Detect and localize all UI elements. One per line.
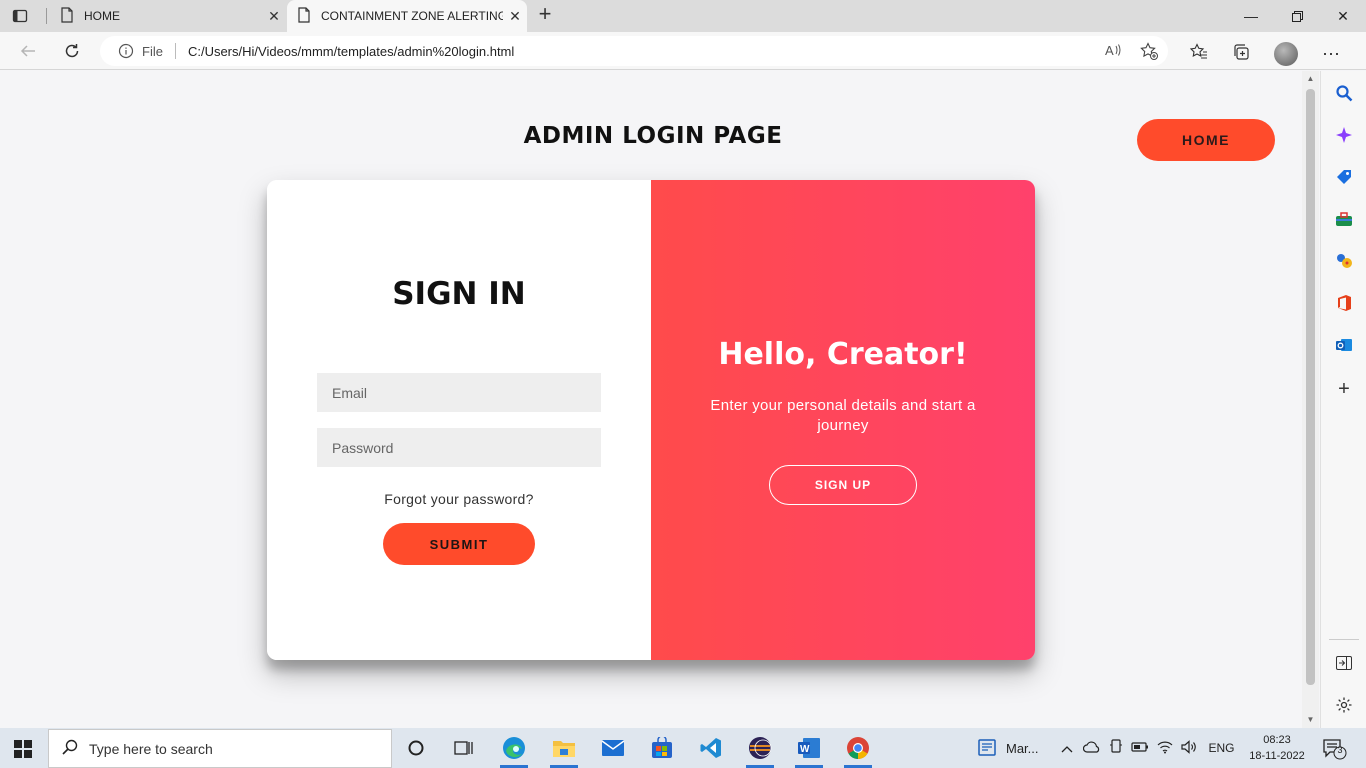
minimize-button[interactable]: — — [1228, 0, 1274, 32]
submit-button[interactable]: SUBMIT — [383, 523, 535, 565]
svg-text:A: A — [1105, 43, 1114, 58]
task-view-icon[interactable] — [444, 732, 484, 764]
clock[interactable]: 08:23 18-11-2022 — [1244, 732, 1310, 764]
windows-start-icon[interactable] — [14, 740, 32, 758]
settings-gear-icon[interactable] — [1334, 695, 1354, 715]
overlay-heading: Hello, Creator! — [718, 337, 968, 372]
page-title: ADMIN LOGIN PAGE — [523, 123, 783, 149]
show-hidden-icons-chevron-icon[interactable] — [1061, 741, 1073, 756]
page-content: ADMIN LOGIN PAGE HOME SIGN IN Forgot you… — [0, 71, 1302, 727]
restore-button[interactable] — [1274, 0, 1320, 32]
document-icon — [297, 6, 311, 26]
system-tray: Mar... ENG — [978, 728, 1235, 768]
news-widget-icon[interactable] — [978, 739, 998, 757]
browser-sidebar: + — [1320, 71, 1366, 728]
tab-home[interactable]: HOME ✕ — [50, 0, 286, 32]
close-window-button[interactable]: ✕ — [1320, 0, 1366, 32]
add-sidebar-app-icon[interactable]: + — [1334, 378, 1354, 400]
hide-sidebar-icon[interactable] — [1334, 653, 1354, 673]
word-icon[interactable]: W — [789, 732, 829, 768]
notification-count: 3 — [1337, 745, 1343, 755]
search-placeholder: Type here to search — [89, 740, 213, 757]
svg-text:W: W — [800, 744, 810, 755]
tab-containment-zone[interactable]: CONTAINMENT ZONE ALERTING ✕ — [287, 0, 527, 32]
language-indicator[interactable]: ENG — [1209, 741, 1235, 755]
tab-title: CONTAINMENT ZONE ALERTING — [321, 9, 503, 23]
news-widget-text[interactable]: Mar... — [1006, 741, 1039, 756]
tab-actions-icon[interactable] — [12, 8, 28, 24]
login-card: SIGN IN Forgot your password? SUBMIT Hel… — [267, 180, 1035, 660]
scroll-thumb[interactable] — [1306, 89, 1315, 685]
shopping-tag-icon[interactable] — [1334, 167, 1354, 187]
vscode-icon[interactable] — [691, 732, 731, 764]
forgot-password-link[interactable]: Forgot your password? — [267, 491, 651, 507]
file-explorer-icon[interactable] — [544, 732, 584, 768]
sidebar-divider — [1329, 639, 1359, 640]
toolbar-icons: ⋯ — [1189, 42, 1341, 66]
mail-icon[interactable] — [593, 732, 633, 764]
new-tab-button[interactable]: + — [534, 3, 556, 26]
url-actions: A — [1104, 42, 1158, 63]
edge-app-icon[interactable] — [494, 732, 534, 768]
scroll-down-arrow-icon[interactable]: ▼ — [1306, 716, 1315, 724]
sign-up-button[interactable]: SIGN UP — [769, 465, 917, 505]
scroll-up-arrow-icon[interactable]: ▲ — [1306, 75, 1315, 83]
games-icon[interactable] — [1334, 251, 1354, 271]
email-field[interactable] — [317, 373, 601, 412]
url-divider — [174, 43, 176, 59]
clock-time: 08:23 — [1263, 734, 1291, 746]
cortana-icon[interactable] — [396, 732, 436, 764]
taskbar: Type here to search W Mar... ENG 08:23 1… — [0, 728, 1366, 768]
tab-close-icon[interactable]: ✕ — [262, 8, 286, 25]
store-icon[interactable] — [642, 732, 682, 764]
tab-bar: HOME ✕ CONTAINMENT ZONE ALERTING ✕ + — ✕ — [0, 0, 1366, 32]
collections-icon[interactable] — [1232, 43, 1250, 66]
address-bar: File C:/Users/Hi/Videos/mmm/templates/ad… — [0, 32, 1366, 70]
wifi-icon[interactable] — [1157, 740, 1173, 757]
password-field[interactable] — [317, 428, 601, 467]
favorites-icon[interactable] — [1189, 42, 1208, 66]
notification-center-icon[interactable]: 3 — [1322, 738, 1348, 760]
overlay-panel: Hello, Creator! Enter your personal deta… — [651, 180, 1035, 660]
home-button[interactable]: HOME — [1137, 119, 1275, 161]
copilot-sparkle-icon[interactable] — [1334, 125, 1354, 145]
tab-separator — [46, 8, 47, 24]
more-options-icon[interactable]: ⋯ — [1322, 44, 1341, 65]
add-favorite-icon[interactable] — [1140, 42, 1158, 63]
sign-in-heading: SIGN IN — [392, 276, 526, 312]
sign-in-panel: SIGN IN Forgot your password? SUBMIT — [267, 180, 651, 660]
back-button[interactable] — [16, 40, 40, 62]
eclipse-icon[interactable] — [740, 732, 780, 768]
url-text: C:/Users/Hi/Videos/mmm/templates/admin%2… — [187, 43, 515, 59]
tools-briefcase-icon[interactable] — [1334, 209, 1354, 229]
window-controls: — ✕ — [1228, 0, 1366, 32]
profile-avatar[interactable] — [1274, 42, 1298, 66]
device-icon[interactable] — [1109, 738, 1123, 758]
document-icon — [60, 6, 74, 26]
search-icon[interactable] — [1334, 83, 1354, 103]
read-aloud-icon[interactable]: A — [1104, 42, 1122, 63]
tab-title: HOME — [84, 9, 120, 23]
taskbar-search-box[interactable]: Type here to search — [48, 729, 392, 768]
tab-close-icon[interactable]: ✕ — [503, 8, 527, 25]
battery-icon[interactable] — [1130, 741, 1149, 756]
page-scrollbar[interactable]: ▲ ▼ — [1302, 71, 1319, 728]
office-icon[interactable] — [1334, 293, 1354, 313]
volume-icon[interactable] — [1180, 739, 1197, 757]
search-icon — [61, 738, 79, 759]
site-info-icon[interactable] — [118, 43, 134, 59]
url-scheme-label: File — [142, 43, 163, 59]
refresh-button[interactable] — [60, 40, 84, 62]
outlook-icon[interactable] — [1334, 335, 1354, 355]
url-field[interactable]: File C:/Users/Hi/Videos/mmm/templates/ad… — [100, 36, 1168, 66]
clock-date: 18-11-2022 — [1249, 750, 1305, 762]
onedrive-icon[interactable] — [1082, 741, 1101, 756]
overlay-text: Enter your personal details and start a … — [710, 397, 976, 434]
chrome-icon[interactable] — [838, 732, 878, 768]
